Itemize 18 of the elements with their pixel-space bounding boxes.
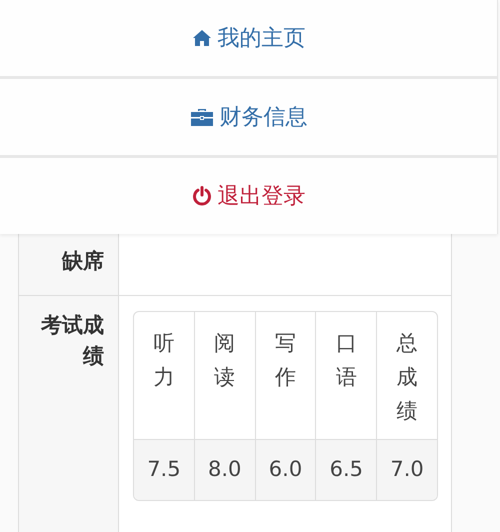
briefcase-icon [190,107,214,127]
score-heading: 写作 [274,330,296,391]
score-value: 6.5 [330,456,363,484]
power-icon [192,186,212,206]
score-heading: 听力 [153,330,174,391]
score-value: 7.5 [147,456,181,484]
score-value: 7.0 [390,456,424,484]
score-value: 8.0 [208,456,242,484]
score-heading: 口语 [336,330,357,391]
menu-item[interactable]: 我的主页 [0,0,497,76]
home-icon [192,29,212,47]
score-heading: 阅读 [214,330,236,391]
row-label: 考试成绩 [40,312,104,370]
menu-item[interactable]: 退出登录 [0,158,497,234]
score-heading: 总成绩 [396,330,418,425]
score-value: 6.0 [268,456,302,484]
menu-item[interactable]: 财务信息 [0,79,497,155]
row-label: 缺席 [60,248,104,275]
